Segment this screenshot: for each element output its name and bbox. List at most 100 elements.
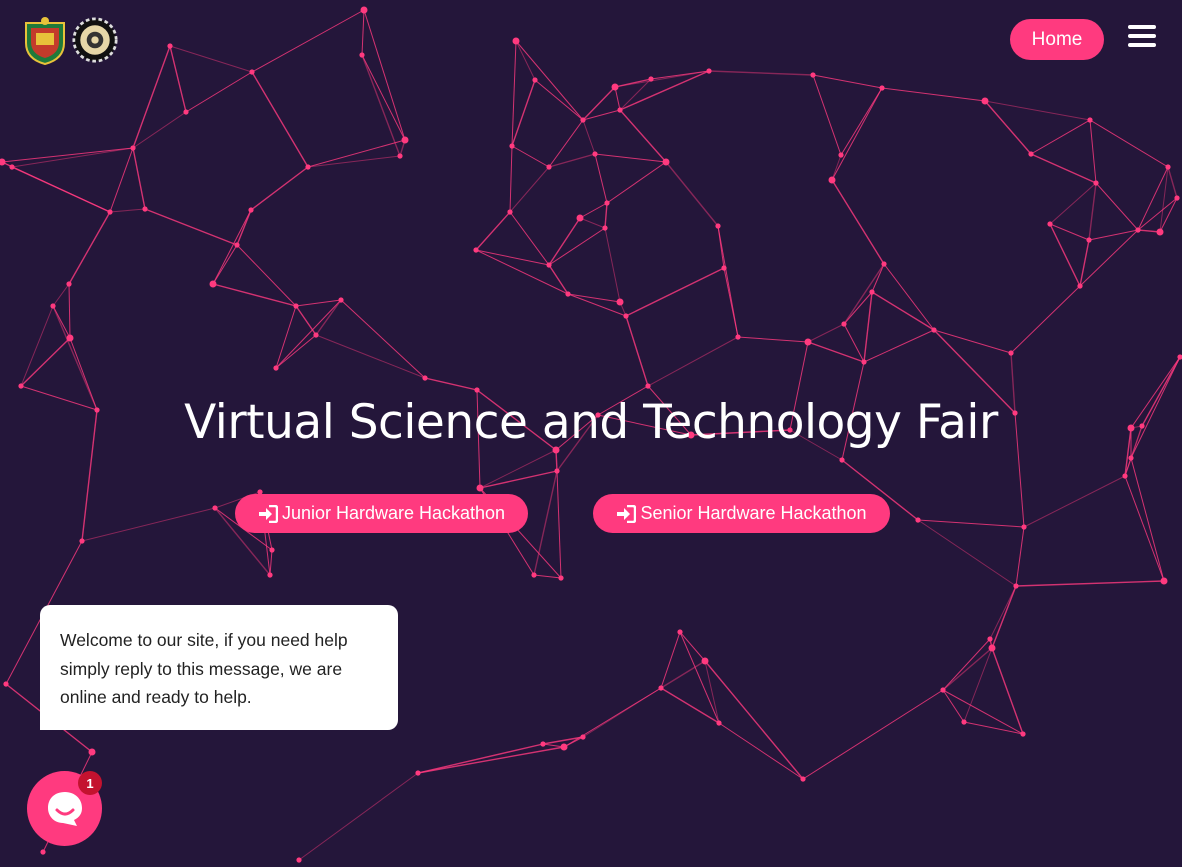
- network-line: [185, 71, 253, 113]
- network-line: [236, 244, 297, 307]
- network-node: [1087, 117, 1093, 123]
- network-node: [560, 743, 568, 751]
- network-line: [169, 45, 253, 73]
- network-node: [648, 76, 654, 82]
- network-node: [249, 69, 255, 75]
- network-line: [479, 470, 558, 489]
- network-line: [582, 86, 616, 121]
- hamburger-menu-icon[interactable]: [1128, 25, 1156, 47]
- network-line: [963, 721, 1024, 735]
- network-node: [841, 321, 847, 327]
- network-line: [548, 119, 584, 168]
- network-node: [79, 538, 85, 544]
- network-node: [1020, 731, 1026, 737]
- network-node: [415, 770, 421, 776]
- network-node: [1156, 228, 1164, 236]
- network-line: [604, 227, 621, 303]
- network-node: [558, 575, 564, 581]
- network-line: [802, 689, 944, 780]
- network-line: [1010, 285, 1081, 354]
- home-nav-button[interactable]: Home: [1010, 19, 1104, 60]
- network-line: [831, 87, 883, 181]
- network-line: [548, 153, 596, 168]
- network-node: [716, 720, 722, 726]
- network-node: [580, 117, 586, 123]
- network-line: [511, 145, 550, 168]
- network-line: [169, 45, 187, 113]
- network-node: [1086, 237, 1092, 243]
- network-node: [592, 151, 598, 157]
- network-node: [269, 547, 275, 553]
- network-line: [660, 687, 720, 724]
- network-line: [509, 211, 550, 266]
- network-line: [533, 470, 558, 576]
- network-node: [602, 225, 608, 231]
- network-node: [1165, 164, 1171, 170]
- network-node: [1135, 227, 1141, 233]
- network-line: [863, 291, 873, 363]
- network-line: [1049, 223, 1081, 287]
- network-node: [554, 468, 560, 474]
- network-line: [984, 100, 1032, 155]
- network-node: [645, 383, 651, 389]
- network-node: [987, 636, 993, 642]
- network-node: [474, 387, 480, 393]
- network-node: [507, 209, 513, 215]
- network-line: [109, 208, 146, 213]
- network-line: [417, 746, 565, 774]
- network-line: [883, 263, 935, 331]
- network-line: [1088, 229, 1139, 241]
- network-line: [840, 87, 883, 156]
- network-node: [1047, 221, 1053, 227]
- network-line: [515, 40, 584, 121]
- network-line: [1159, 166, 1169, 233]
- senior-hackathon-button[interactable]: Senior Hardware Hackathon: [593, 494, 890, 533]
- network-line: [604, 202, 608, 229]
- network-node: [512, 37, 520, 45]
- network-line: [11, 147, 134, 168]
- network-line: [614, 70, 710, 88]
- network-line: [212, 244, 238, 285]
- network-node: [604, 200, 610, 206]
- hero-section: Home Virtual Science and Technology Fair…: [0, 0, 1182, 867]
- network-node: [305, 164, 311, 170]
- network-line: [1015, 526, 1025, 587]
- gear-logo[interactable]: [72, 15, 118, 65]
- network-line: [511, 79, 536, 147]
- network-line: [812, 74, 842, 156]
- network-line: [619, 109, 667, 163]
- network-node: [940, 687, 946, 693]
- network-node: [476, 484, 484, 492]
- network-node: [1174, 195, 1180, 201]
- network-node: [531, 572, 537, 578]
- network-node: [961, 719, 967, 725]
- network-node: [1028, 151, 1034, 157]
- network-node: [546, 262, 552, 268]
- network-line: [315, 334, 426, 379]
- crest-logo[interactable]: [22, 15, 68, 65]
- network-node: [1077, 283, 1083, 289]
- network-line: [991, 647, 1024, 735]
- network-node: [1128, 455, 1134, 461]
- network-node: [293, 303, 299, 309]
- network-node: [422, 375, 428, 381]
- network-node: [1021, 524, 1027, 530]
- network-node: [183, 109, 189, 115]
- network-line: [563, 687, 662, 748]
- network-line: [548, 217, 581, 266]
- chat-icon: [47, 791, 82, 826]
- network-line: [275, 299, 342, 369]
- network-line: [843, 291, 873, 325]
- network-line: [52, 283, 70, 307]
- page-title: Virtual Science and Technology Fair: [184, 395, 998, 450]
- junior-hackathon-button[interactable]: Junior Hardware Hackathon: [235, 494, 528, 533]
- network-node: [1093, 180, 1099, 186]
- network-node: [931, 327, 937, 333]
- network-line: [871, 263, 885, 293]
- network-node: [869, 289, 875, 295]
- network-line: [20, 337, 71, 387]
- chat-welcome-message[interactable]: Welcome to our site, if you need help si…: [40, 605, 398, 730]
- network-line: [704, 660, 804, 780]
- network-line: [295, 305, 317, 336]
- network-line: [647, 336, 739, 387]
